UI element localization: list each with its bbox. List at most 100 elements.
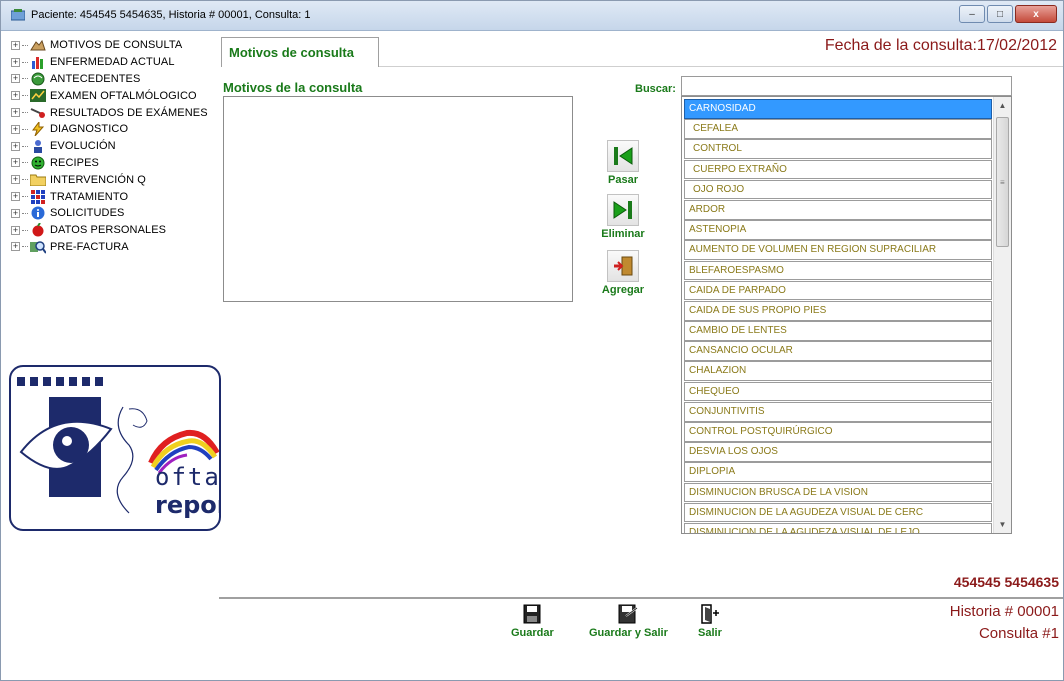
list-item[interactable]: CUERPO EXTRAÑO xyxy=(684,159,992,180)
save-exit-icon xyxy=(618,603,639,625)
grid-icon xyxy=(30,189,46,204)
expand-icon[interactable]: + xyxy=(11,158,20,168)
tree-label: ANTECEDENTES xyxy=(50,72,141,85)
bottom-divider xyxy=(219,597,1063,599)
lightning-icon xyxy=(30,122,46,137)
list-item[interactable]: OJO ROJO xyxy=(684,179,992,200)
tab-divider xyxy=(379,66,1063,67)
tree-item-antecedentes[interactable]: + ANTECEDENTES xyxy=(11,71,219,88)
expand-icon[interactable]: + xyxy=(11,108,20,118)
exit-door-icon xyxy=(700,603,720,625)
list-item[interactable]: CEFALEA xyxy=(684,119,992,139)
microscope-icon xyxy=(30,106,46,120)
bar-chart-icon xyxy=(30,55,46,69)
agregar-button[interactable]: Agregar xyxy=(593,250,653,296)
expand-icon[interactable]: + xyxy=(11,141,20,151)
save-icon xyxy=(522,603,542,625)
tree-item-solicitudes[interactable]: + SOLICITUDES xyxy=(11,205,219,222)
guardar-button[interactable]: Guardar xyxy=(511,603,554,639)
logo-text-report: report xyxy=(155,491,219,519)
list-item[interactable]: DISMINUCION BRUSCA DE LA VISION xyxy=(684,482,992,503)
list-item[interactable]: CONTROL POSTQUIRÚRGICO xyxy=(684,422,992,442)
salir-button[interactable]: Salir xyxy=(698,603,722,639)
list-item[interactable]: CHALAZION xyxy=(684,361,992,382)
eliminar-button[interactable]: Eliminar xyxy=(593,194,653,240)
tree-item-datos[interactable]: + DATOS PERSONALES xyxy=(11,222,219,239)
pasar-button[interactable]: Pasar xyxy=(593,140,653,186)
expand-icon[interactable]: + xyxy=(11,124,20,134)
guardar-salir-button[interactable]: Guardar y Salir xyxy=(589,603,668,639)
list-item[interactable]: DESVIA LOS OJOS xyxy=(684,442,992,462)
expand-icon[interactable]: + xyxy=(11,57,20,67)
tree-label: SOLICITUDES xyxy=(50,207,125,220)
main-window: Paciente: 454545 5454635, Historia # 000… xyxy=(0,0,1064,681)
expand-icon[interactable]: + xyxy=(11,242,20,252)
tree-label: RECIPES xyxy=(50,156,99,169)
tree-label: RESULTADOS DE EXÁMENES xyxy=(50,106,208,119)
tree-item-resultados[interactable]: + RESULTADOS DE EXÁMENES xyxy=(11,104,219,121)
tree-item-evolucion[interactable]: + EVOLUCIÓN xyxy=(11,138,219,155)
list-item[interactable]: CONTROL xyxy=(684,139,992,160)
expand-icon[interactable]: + xyxy=(11,74,20,84)
expand-icon[interactable]: + xyxy=(11,192,20,202)
maximize-button[interactable]: □ xyxy=(987,5,1013,23)
list-item[interactable]: CONJUNTIVITIS xyxy=(684,401,992,422)
list-item[interactable]: DISMINUCION DE LA AGUDEZA VISUAL DE LEJO xyxy=(684,522,992,533)
tree-label: EVOLUCIÓN xyxy=(50,140,116,153)
search-label: Buscar: xyxy=(635,83,676,95)
list-item[interactable]: AUMENTO DE VOLUMEN EN REGION SUPRACILIAR xyxy=(684,240,992,260)
agregar-label: Agregar xyxy=(601,284,645,296)
magnifier-icon xyxy=(30,240,46,254)
globe-icon xyxy=(30,72,46,86)
tree-item-motivos[interactable]: + MOTIVOS DE CONSULTA xyxy=(11,37,219,54)
expand-icon[interactable]: + xyxy=(11,175,20,185)
list-item[interactable]: ASTENOPIA xyxy=(684,220,992,240)
motivos-label: Motivos de la consulta xyxy=(223,80,363,95)
scroll-thumb[interactable]: ≡ xyxy=(996,117,1009,247)
scroll-up-icon[interactable]: ▲ xyxy=(994,97,1011,114)
tree-item-recipes[interactable]: + RECIPES xyxy=(11,155,219,172)
consulta-number: Consulta #1 xyxy=(978,625,1059,642)
list-item[interactable]: CAIDA DE PARPADO xyxy=(684,280,992,301)
tab-motivos-consulta[interactable]: Motivos de consulta xyxy=(221,37,379,67)
scroll-down-icon[interactable]: ▼ xyxy=(994,516,1011,533)
tree-item-examen[interactable]: + EXAMEN OFTALMÓLOGICO xyxy=(11,87,219,104)
expand-icon[interactable]: + xyxy=(11,91,20,101)
tree-label: PRE-FACTURA xyxy=(50,240,129,253)
list-item[interactable]: CAMBIO DE LENTES xyxy=(684,321,992,341)
tree-item-prefactura[interactable]: + PRE-FACTURA xyxy=(11,239,219,256)
list-item[interactable]: DISMINUCION DE LA AGUDEZA VISUAL DE CERC xyxy=(684,502,992,523)
motivos-list[interactable] xyxy=(223,96,573,302)
list-item[interactable]: BLEFAROESPASMO xyxy=(684,260,992,281)
tree-item-diagnostico[interactable]: + DIAGNOSTICO xyxy=(11,121,219,138)
list-item[interactable]: CAIDA DE SUS PROPIO PIES xyxy=(684,300,992,321)
expand-icon[interactable]: + xyxy=(11,40,20,50)
list-item[interactable]: CARNOSIDAD xyxy=(684,99,992,119)
expand-icon[interactable]: + xyxy=(11,208,20,218)
tree-label: TRATAMIENTO xyxy=(50,190,129,203)
expand-icon[interactable]: + xyxy=(11,225,20,235)
nav-tree: + MOTIVOS DE CONSULTA + ENFERMEDAD ACTUA… xyxy=(11,37,219,255)
tree-label: DATOS PERSONALES xyxy=(50,224,167,237)
list-item[interactable]: DIPLOPIA xyxy=(684,462,992,483)
list-item[interactable]: CANSANCIO OCULAR xyxy=(684,341,992,361)
list-item[interactable]: ARDOR xyxy=(684,199,992,220)
tree-label: DIAGNOSTICO xyxy=(50,123,129,136)
tree-item-tratamiento[interactable]: + TRATAMIENTO xyxy=(11,188,219,205)
motivos-catalog-list[interactable]: CARNOSIDAD CEFALEA CONTROL CUERPO EXTRAÑO OJ… xyxy=(681,96,1012,534)
add-door-icon xyxy=(607,250,639,282)
tree-item-enfermedad[interactable]: + ENFERMEDAD ACTUAL xyxy=(11,54,219,71)
close-button[interactable]: x xyxy=(1015,5,1057,23)
minimize-button[interactable]: – xyxy=(959,5,985,23)
move-right-icon xyxy=(607,194,639,226)
app-icon xyxy=(11,9,25,21)
tree-label: ENFERMEDAD ACTUAL xyxy=(50,56,175,69)
search-input[interactable] xyxy=(681,76,1012,96)
move-left-icon xyxy=(607,140,639,172)
title-bar: Paciente: 454545 5454635, Historia # 000… xyxy=(1,1,1063,31)
tree-item-intervencion[interactable]: + INTERVENCIÓN Q xyxy=(11,171,219,188)
vertical-scrollbar[interactable]: ▲ ≡ ▼ xyxy=(993,97,1011,533)
list-item[interactable]: CHEQUEO xyxy=(684,381,992,402)
window-title: Paciente: 454545 5454635, Historia # 000… xyxy=(31,9,311,21)
salir-label: Salir xyxy=(698,627,722,639)
